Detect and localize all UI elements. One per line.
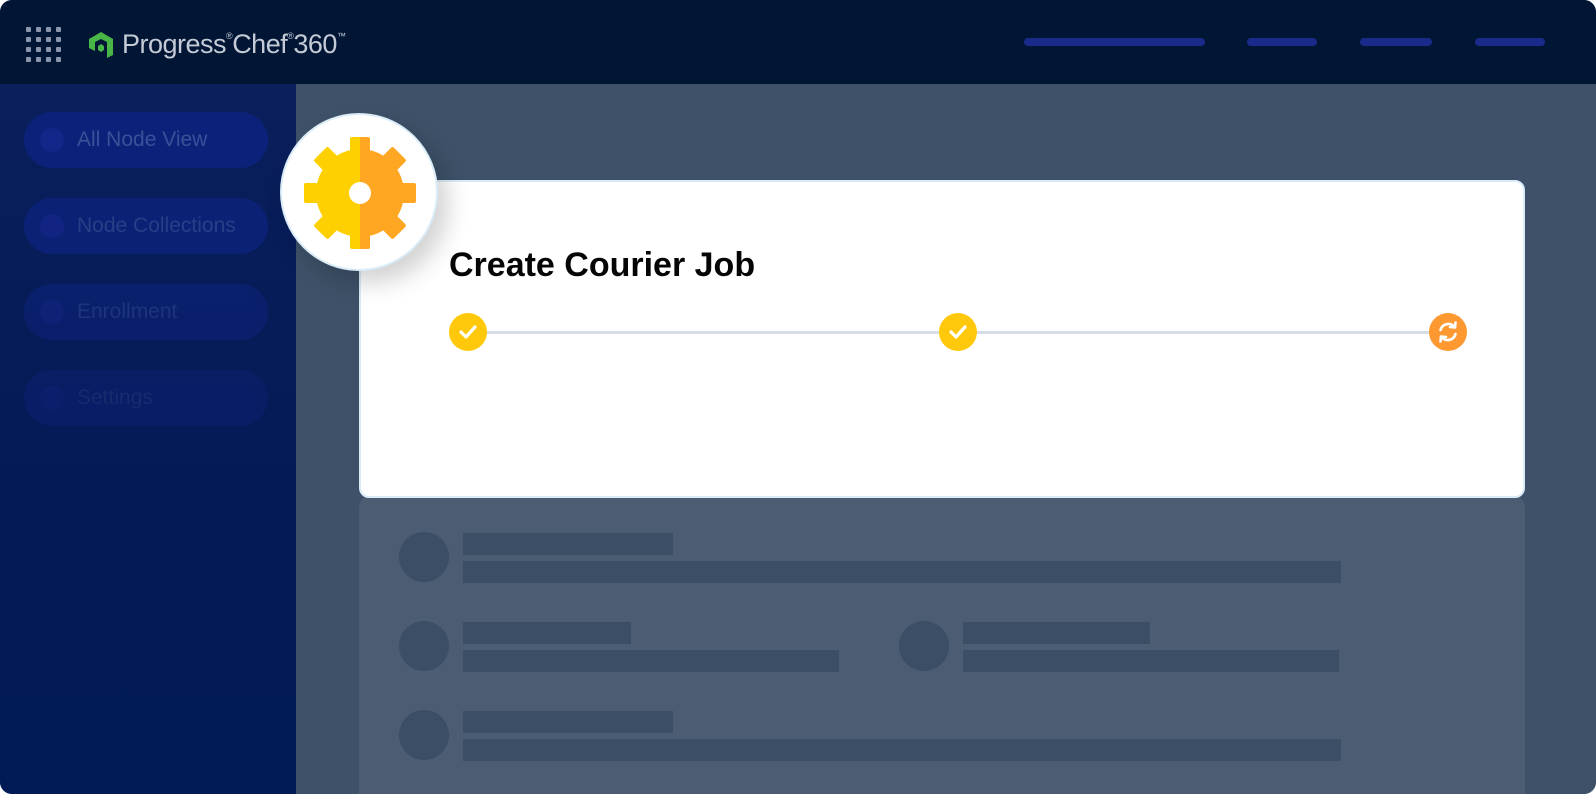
sidebar-item-settings[interactable]: Settings bbox=[24, 370, 268, 426]
placeholder-avatar bbox=[899, 621, 949, 671]
step-2-complete bbox=[939, 313, 977, 351]
sidebar-item-node-collections[interactable]: Node Collections bbox=[24, 198, 268, 254]
sidebar-item-all-node-view[interactable]: All Node View bbox=[24, 112, 268, 168]
placeholder-line bbox=[463, 739, 1341, 761]
sidebar-item-label: All Node View bbox=[77, 128, 208, 151]
placeholder-line bbox=[463, 561, 1341, 583]
placeholder-line bbox=[463, 533, 673, 555]
gear-icon bbox=[304, 137, 416, 249]
sidebar-item-icon bbox=[40, 128, 64, 152]
job-card: Create Courier Job bbox=[359, 180, 1525, 498]
placeholder-line bbox=[963, 622, 1150, 644]
trademark: ™ bbox=[336, 30, 346, 41]
nav-link-4[interactable] bbox=[1475, 38, 1545, 46]
check-icon bbox=[949, 325, 967, 339]
job-title: Create Courier Job bbox=[449, 246, 756, 284]
check-icon bbox=[459, 325, 477, 339]
placeholder-line bbox=[463, 622, 631, 644]
placeholder-line bbox=[463, 711, 673, 733]
sync-icon bbox=[1439, 321, 1457, 343]
app-window: Progress®Chef®360™ All Node View Node Co… bbox=[0, 0, 1596, 794]
logo-text: Progress®Chef®360™ bbox=[122, 28, 346, 60]
placeholder-avatar bbox=[399, 621, 449, 671]
progress-logo-icon bbox=[89, 32, 113, 58]
placeholder-avatar bbox=[399, 532, 449, 582]
step-3-in-progress bbox=[1429, 313, 1467, 351]
sidebar-item-label: Node Collections bbox=[77, 214, 236, 237]
job-icon-badge bbox=[280, 113, 438, 271]
sidebar-item-icon bbox=[40, 214, 64, 238]
grid-apps-icon[interactable] bbox=[26, 27, 62, 62]
nav-link-1[interactable] bbox=[1024, 38, 1205, 46]
placeholder-avatar bbox=[399, 710, 449, 760]
placeholder-line bbox=[463, 650, 839, 672]
logo-version: 360 bbox=[293, 28, 337, 59]
step-1-complete bbox=[449, 313, 487, 351]
sidebar-item-icon bbox=[40, 386, 64, 410]
product-logo[interactable]: Progress®Chef®360™ bbox=[86, 26, 346, 62]
sidebar-item-enrollment[interactable]: Enrollment bbox=[24, 284, 268, 340]
sidebar-item-icon bbox=[40, 300, 64, 324]
loading-placeholder-card bbox=[359, 497, 1525, 794]
nav-link-2[interactable] bbox=[1247, 38, 1317, 46]
sidebar-item-label: Enrollment bbox=[77, 300, 178, 323]
nav-link-3[interactable] bbox=[1360, 38, 1432, 46]
logo-brand: Progress bbox=[122, 28, 227, 59]
sidebar-item-label: Settings bbox=[77, 386, 153, 409]
top-bar: Progress®Chef®360™ bbox=[0, 0, 1596, 84]
placeholder-line bbox=[963, 650, 1339, 672]
logo-product: Chef bbox=[232, 28, 288, 59]
sidebar bbox=[0, 84, 296, 794]
